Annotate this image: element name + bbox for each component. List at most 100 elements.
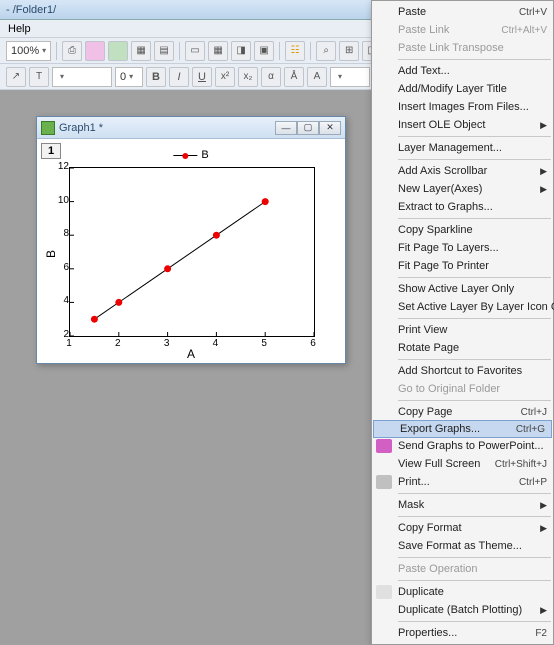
menu-item[interactable]: Copy Format▶ <box>372 519 553 537</box>
menu-item[interactable]: Print...Ctrl+P <box>372 473 553 491</box>
context-menu[interactable]: PasteCtrl+VPaste LinkCtrl+Alt+VPaste Lin… <box>371 0 554 645</box>
menu-item[interactable]: Add Text... <box>372 62 553 80</box>
bold-icon[interactable]: B <box>146 67 166 87</box>
menu-item[interactable]: Fit Page To Printer <box>372 257 553 275</box>
menu-item-label: Add/Modify Layer Title <box>398 83 507 95</box>
tool-icon[interactable]: α <box>261 67 281 87</box>
menu-item[interactable]: Duplicate <box>372 583 553 601</box>
menu-item[interactable]: Mask▶ <box>372 496 553 514</box>
menu-item[interactable]: Add Axis Scrollbar▶ <box>372 162 553 180</box>
layer-tab[interactable]: 1 <box>41 143 61 159</box>
menu-item: Paste Operation <box>372 560 553 578</box>
tool-icon[interactable]: T <box>29 67 49 87</box>
menu-item[interactable]: Copy Sparkline <box>372 221 553 239</box>
menu-item-label: Properties... <box>398 627 457 639</box>
menu-item[interactable]: Export Graphs...Ctrl+G <box>373 420 552 438</box>
tool-icon[interactable]: ▤ <box>154 41 174 61</box>
tool-icon[interactable]: ▭ <box>185 41 205 61</box>
menu-item[interactable]: Add Shortcut to Favorites <box>372 362 553 380</box>
minimize-icon[interactable]: — <box>275 121 297 135</box>
menu-item-label: Print View <box>398 324 447 336</box>
menu-item[interactable]: Set Active Layer By Layer Icon Only <box>372 298 553 316</box>
menu-item-label: Fit Page To Layers... <box>398 242 499 254</box>
tool-icon[interactable]: ☷ <box>285 41 305 61</box>
size-combo[interactable]: 0 <box>115 67 143 87</box>
graph-body[interactable]: 1 B B A 24681012 123456 <box>37 139 345 363</box>
menu-item-label: Copy Sparkline <box>398 224 473 236</box>
menu-item-icon <box>376 585 392 599</box>
menu-item[interactable]: Extract to Graphs... <box>372 198 553 216</box>
menu-item-label: Go to Original Folder <box>398 383 500 395</box>
maximize-icon[interactable]: ▢ <box>297 121 319 135</box>
menu-item[interactable]: PasteCtrl+V <box>372 3 553 21</box>
menu-item-label: Set Active Layer By Layer Icon Only <box>398 301 554 313</box>
legend-label: B <box>201 149 208 161</box>
x-tick: 1 <box>66 338 72 349</box>
tool-icon[interactable]: ◨ <box>231 41 251 61</box>
menu-item[interactable]: View Full ScreenCtrl+Shift+J <box>372 455 553 473</box>
tool-icon[interactable]: Å <box>284 67 304 87</box>
menu-item[interactable]: Insert OLE Object▶ <box>372 116 553 134</box>
combo[interactable] <box>330 67 370 87</box>
menu-item[interactable]: Properties... F2 <box>372 624 553 642</box>
menu-item[interactable]: Insert Images From Files... <box>372 98 553 116</box>
font-combo[interactable] <box>52 67 112 87</box>
submenu-arrow-icon: ▶ <box>540 120 547 131</box>
menu-item-label: Save Format as Theme... <box>398 540 522 552</box>
graph-window-titlebar[interactable]: Graph1 * — ▢ ✕ <box>37 117 345 139</box>
menu-item[interactable]: Send Graphs to PowerPoint... <box>372 437 553 455</box>
menu-item-label: Duplicate (Batch Plotting) <box>398 604 522 616</box>
tool-icon[interactable]: A <box>307 67 327 87</box>
italic-icon[interactable]: I <box>169 67 189 87</box>
legend[interactable]: B <box>168 147 213 163</box>
tool-icon[interactable]: ↗ <box>6 67 26 87</box>
plot-area[interactable] <box>69 167 315 337</box>
graph-window[interactable]: Graph1 * — ▢ ✕ 1 B B A 24681012 123456 <box>36 116 346 364</box>
tool-icon[interactable]: ▦ <box>208 41 228 61</box>
menu-item-label: New Layer(Axes) <box>398 183 482 195</box>
tool-icon[interactable]: ⌕ <box>316 41 336 61</box>
menu-item: Paste Link Transpose <box>372 39 553 57</box>
graph-window-title: Graph1 * <box>59 122 103 134</box>
menu-item-label: Show Active Layer Only <box>398 283 514 295</box>
tool-icon[interactable]: x² <box>215 67 235 87</box>
tool-icon[interactable]: ▦ <box>131 41 151 61</box>
x-tick: 2 <box>115 338 121 349</box>
menu-item[interactable]: Show Active Layer Only <box>372 280 553 298</box>
close-icon[interactable]: ✕ <box>319 121 341 135</box>
x-tick: 3 <box>164 338 170 349</box>
y-tick: 12 <box>57 161 69 172</box>
menu-item-label: Print... <box>398 476 430 488</box>
menu-item-label: Paste Link Transpose <box>398 42 504 54</box>
underline-icon[interactable]: U <box>192 67 212 87</box>
menu-item-icon <box>376 475 392 489</box>
tool-icon[interactable] <box>85 41 105 61</box>
menu-item[interactable]: Copy Page Ctrl+J <box>372 403 553 421</box>
tool-icon[interactable]: ▣ <box>254 41 274 61</box>
title-text: - /Folder1/ <box>6 4 56 16</box>
menu-item[interactable]: Print View <box>372 321 553 339</box>
menu-item[interactable]: Duplicate (Batch Plotting)▶ <box>372 601 553 619</box>
zoom-combo[interactable]: 100% <box>6 41 51 61</box>
menu-item[interactable]: Layer Management... <box>372 139 553 157</box>
tool-icon[interactable]: ⊞ <box>339 41 359 61</box>
graph-icon <box>41 121 55 135</box>
submenu-arrow-icon: ▶ <box>540 166 547 177</box>
x-axis-label: A <box>187 347 195 361</box>
tool-icon[interactable] <box>108 41 128 61</box>
menu-item-shortcut: F2 <box>535 628 547 639</box>
menu-item[interactable]: Rotate Page <box>372 339 553 357</box>
print-icon[interactable]: ⎙ <box>62 41 82 61</box>
submenu-arrow-icon: ▶ <box>540 500 547 511</box>
tool-icon[interactable]: x₂ <box>238 67 258 87</box>
menu-item-shortcut: Ctrl+J <box>521 407 547 418</box>
submenu-arrow-icon: ▶ <box>540 184 547 195</box>
y-tick: 8 <box>57 228 69 239</box>
menu-item[interactable]: New Layer(Axes) ▶ <box>372 180 553 198</box>
menu-item[interactable]: Save Format as Theme... <box>372 537 553 555</box>
menu-help[interactable]: Help <box>8 23 31 35</box>
menu-item[interactable]: Fit Page To Layers... <box>372 239 553 257</box>
menu-item-label: Copy Page <box>398 406 452 418</box>
menu-item-shortcut: Ctrl+Shift+J <box>495 459 547 470</box>
menu-item[interactable]: Add/Modify Layer Title <box>372 80 553 98</box>
